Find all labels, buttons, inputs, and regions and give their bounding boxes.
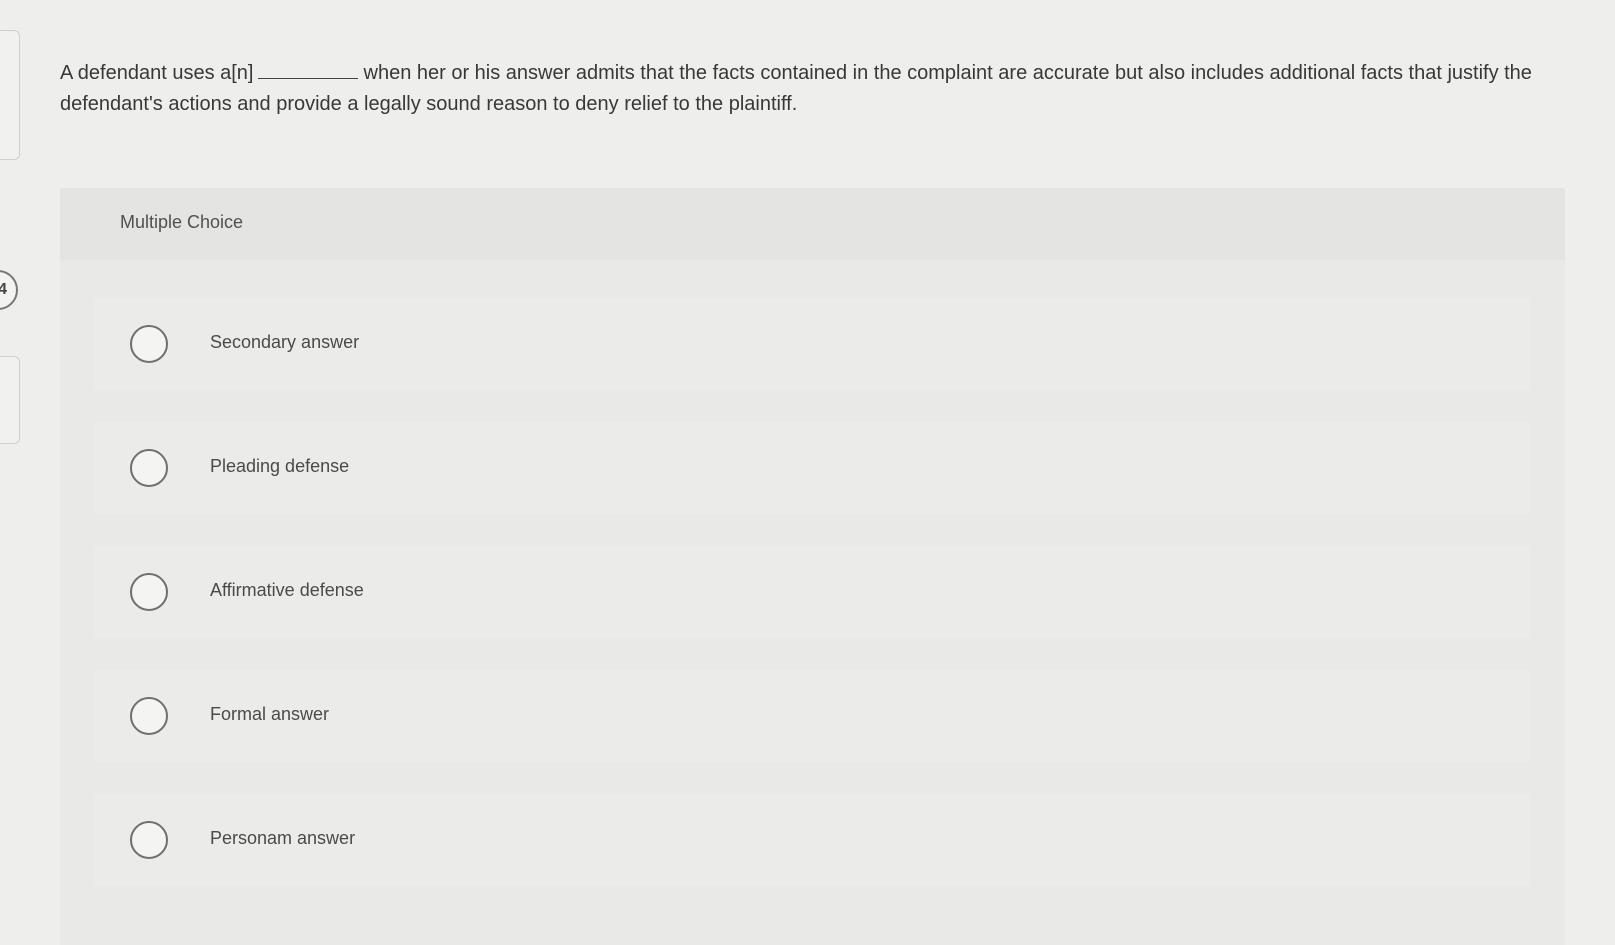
choice-option[interactable]: Formal answer bbox=[94, 670, 1530, 762]
choice-option-label: Formal answer bbox=[210, 704, 330, 724]
choice-option[interactable]: Pleading defense bbox=[94, 422, 1530, 514]
question-text-before-blank: A defendant uses a[n] bbox=[60, 62, 254, 84]
choice-option[interactable]: Personam answer bbox=[94, 794, 1530, 886]
choice-option[interactable]: Affirmative defense bbox=[94, 546, 1530, 638]
question-number-badge[interactable]: 4 bbox=[0, 270, 18, 310]
choice-option-label: Pleading defense bbox=[210, 456, 350, 476]
question-text-after-blank: when her or his answer admits that the f… bbox=[60, 62, 1532, 115]
choice-option-label: Secondary answer bbox=[210, 332, 360, 352]
question-number-text: 4 bbox=[0, 281, 7, 298]
choice-option-label: Personam answer bbox=[210, 828, 356, 848]
choice-option-label: Affirmative defense bbox=[210, 580, 364, 600]
multiple-choice-label: Multiple Choice bbox=[120, 212, 244, 232]
multiple-choice-header: Multiple Choice bbox=[60, 188, 1565, 260]
radio-button[interactable] bbox=[130, 325, 168, 363]
radio-button[interactable] bbox=[130, 697, 168, 735]
radio-button[interactable] bbox=[130, 821, 168, 859]
multiple-choice-panel: Multiple Choice Secondary answer Pleadin… bbox=[60, 188, 1565, 945]
radio-button[interactable] bbox=[130, 449, 168, 487]
radio-button[interactable] bbox=[130, 573, 168, 611]
side-navigation-tab[interactable] bbox=[0, 356, 20, 444]
choice-option[interactable]: Secondary answer bbox=[94, 298, 1530, 390]
side-navigation-tab[interactable] bbox=[0, 30, 20, 160]
answer-blank bbox=[257, 77, 358, 79]
question-prompt: A defendant uses a[n] when her or his ans… bbox=[60, 58, 1560, 120]
